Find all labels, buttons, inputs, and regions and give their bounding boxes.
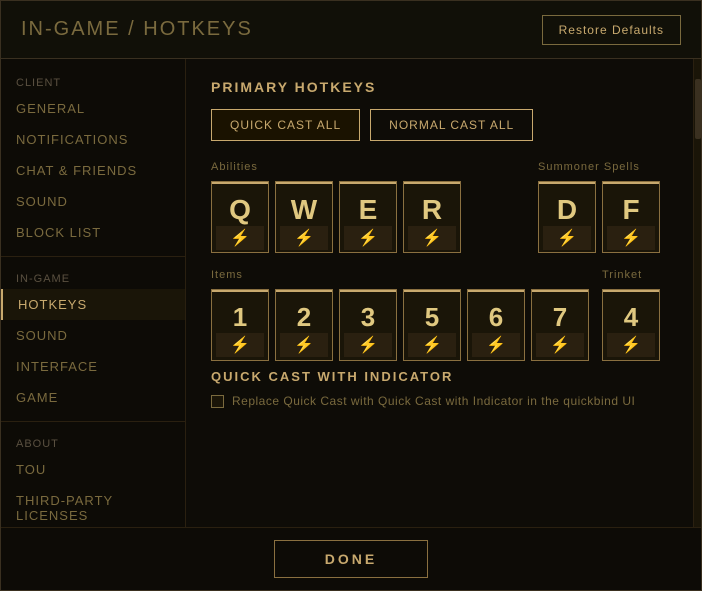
key-3[interactable]: 3 ⚡: [339, 289, 397, 361]
items-trinket-row: Items 1 ⚡ 2 ⚡ 3 ⚡: [211, 269, 668, 361]
items-keys-row: 1 ⚡ 2 ⚡ 3 ⚡ 5 ⚡: [211, 289, 589, 361]
sidebar-item-sound-client[interactable]: SOUND: [1, 186, 185, 217]
sidebar-item-interface[interactable]: INTERFACE: [1, 351, 185, 382]
key-r-lightning: ⚡: [408, 226, 456, 250]
normal-cast-all-button[interactable]: Normal Cast All: [370, 109, 533, 141]
sidebar-section-client: Client: [1, 69, 185, 93]
key-d-letter: D: [557, 194, 577, 226]
breadcrumb-separator: /: [128, 18, 143, 40]
summoner-keys-row: D ⚡ F ⚡: [538, 181, 660, 253]
qc-checkbox-row: Replace Quick Cast with Quick Cast with …: [211, 394, 668, 408]
key-d[interactable]: D ⚡: [538, 181, 596, 253]
sidebar-item-tou[interactable]: TOU: [1, 454, 185, 485]
key-7-lightning: ⚡: [536, 333, 584, 357]
key-1-number: 1: [233, 302, 247, 333]
key-5[interactable]: 5 ⚡: [403, 289, 461, 361]
key-q[interactable]: Q ⚡: [211, 181, 269, 253]
sidebar-item-hotkeys[interactable]: HOTKEYS: [1, 289, 185, 320]
key-f-lightning: ⚡: [607, 226, 655, 250]
key-3-lightning: ⚡: [344, 333, 392, 357]
quick-cast-all-button[interactable]: Quick Cast All: [211, 109, 360, 141]
main-content: Client GENERAL NOTIFICATIONS CHAT & FRIE…: [1, 59, 701, 527]
key-r-letter: R: [422, 194, 442, 226]
trinket-group: Trinket 4 ⚡: [602, 269, 660, 361]
quick-cast-indicator-section: QUICK CAST WITH INDICATOR Replace Quick …: [211, 369, 668, 408]
summoner-spells-group: Summoner Spells D ⚡ F ⚡: [538, 161, 660, 253]
done-button[interactable]: DONE: [274, 540, 428, 578]
key-f-letter: F: [622, 194, 639, 226]
key-6[interactable]: 6 ⚡: [467, 289, 525, 361]
key-7-number: 7: [553, 302, 567, 333]
sidebar-item-block-list[interactable]: BLOCK LIST: [1, 217, 185, 248]
key-w-letter: W: [291, 194, 317, 226]
summoner-spells-label: Summoner Spells: [538, 161, 660, 173]
key-3-number: 3: [361, 302, 375, 333]
qc-checkbox[interactable]: [211, 395, 224, 408]
qc-title: QUICK CAST WITH INDICATOR: [211, 369, 668, 384]
cast-buttons: Quick Cast All Normal Cast All: [211, 109, 668, 141]
header: IN-GAME / HOTKEYS Restore Defaults: [1, 1, 701, 59]
items-label: Items: [211, 269, 589, 281]
sidebar-item-chat-friends[interactable]: CHAT & FRIENDS: [1, 155, 185, 186]
key-2-number: 2: [297, 302, 311, 333]
key-1[interactable]: 1 ⚡: [211, 289, 269, 361]
section-title: PRIMARY HOTKEYS: [211, 79, 668, 95]
restore-defaults-button[interactable]: Restore Defaults: [542, 15, 681, 45]
key-7[interactable]: 7 ⚡: [531, 289, 589, 361]
key-q-letter: Q: [229, 194, 251, 226]
sidebar: Client GENERAL NOTIFICATIONS CHAT & FRIE…: [1, 59, 186, 527]
abilities-label: Abilities: [211, 161, 461, 173]
key-2[interactable]: 2 ⚡: [275, 289, 333, 361]
app-container: IN-GAME / HOTKEYS Restore Defaults Clien…: [0, 0, 702, 591]
trinket-keys-row: 4 ⚡: [602, 289, 660, 361]
key-5-lightning: ⚡: [408, 333, 456, 357]
sidebar-item-sound-ingame[interactable]: SOUND: [1, 320, 185, 351]
key-w-lightning: ⚡: [280, 226, 328, 250]
trinket-label: Trinket: [602, 269, 660, 281]
key-w[interactable]: W ⚡: [275, 181, 333, 253]
sidebar-divider-2: [1, 421, 185, 422]
sidebar-section-ingame: In-Game: [1, 265, 185, 289]
items-group: Items 1 ⚡ 2 ⚡ 3 ⚡: [211, 269, 589, 361]
key-4-number: 4: [624, 302, 638, 333]
key-r[interactable]: R ⚡: [403, 181, 461, 253]
key-q-lightning: ⚡: [216, 226, 264, 250]
scroll-track[interactable]: [693, 59, 701, 527]
key-groups-row: Abilities Q ⚡ W ⚡ E ⚡: [211, 161, 668, 253]
key-6-number: 6: [489, 302, 503, 333]
breadcrumb-current: HOTKEYS: [143, 18, 253, 40]
page-title: IN-GAME / HOTKEYS: [21, 18, 253, 41]
sidebar-divider: [1, 256, 185, 257]
key-e-letter: E: [359, 194, 378, 226]
sidebar-item-notifications[interactable]: NOTIFICATIONS: [1, 124, 185, 155]
key-5-number: 5: [425, 302, 439, 333]
qc-label: Replace Quick Cast with Quick Cast with …: [232, 394, 635, 408]
key-d-lightning: ⚡: [543, 226, 591, 250]
key-6-lightning: ⚡: [472, 333, 520, 357]
key-1-lightning: ⚡: [216, 333, 264, 357]
sidebar-section-about: About: [1, 430, 185, 454]
abilities-group: Abilities Q ⚡ W ⚡ E ⚡: [211, 161, 461, 253]
key-e[interactable]: E ⚡: [339, 181, 397, 253]
abilities-keys-row: Q ⚡ W ⚡ E ⚡ R ⚡: [211, 181, 461, 253]
scroll-thumb[interactable]: [695, 79, 701, 139]
content-area: PRIMARY HOTKEYS Quick Cast All Normal Ca…: [186, 59, 693, 527]
key-4-lightning: ⚡: [607, 333, 655, 357]
footer: DONE: [1, 527, 701, 590]
sidebar-item-third-party[interactable]: THIRD-PARTY LICENSES: [1, 485, 185, 527]
key-2-lightning: ⚡: [280, 333, 328, 357]
sidebar-item-game[interactable]: GAME: [1, 382, 185, 413]
sidebar-item-general[interactable]: GENERAL: [1, 93, 185, 124]
breadcrumb-prefix: IN-GAME: [21, 18, 121, 40]
key-f[interactable]: F ⚡: [602, 181, 660, 253]
key-4[interactable]: 4 ⚡: [602, 289, 660, 361]
key-e-lightning: ⚡: [344, 226, 392, 250]
